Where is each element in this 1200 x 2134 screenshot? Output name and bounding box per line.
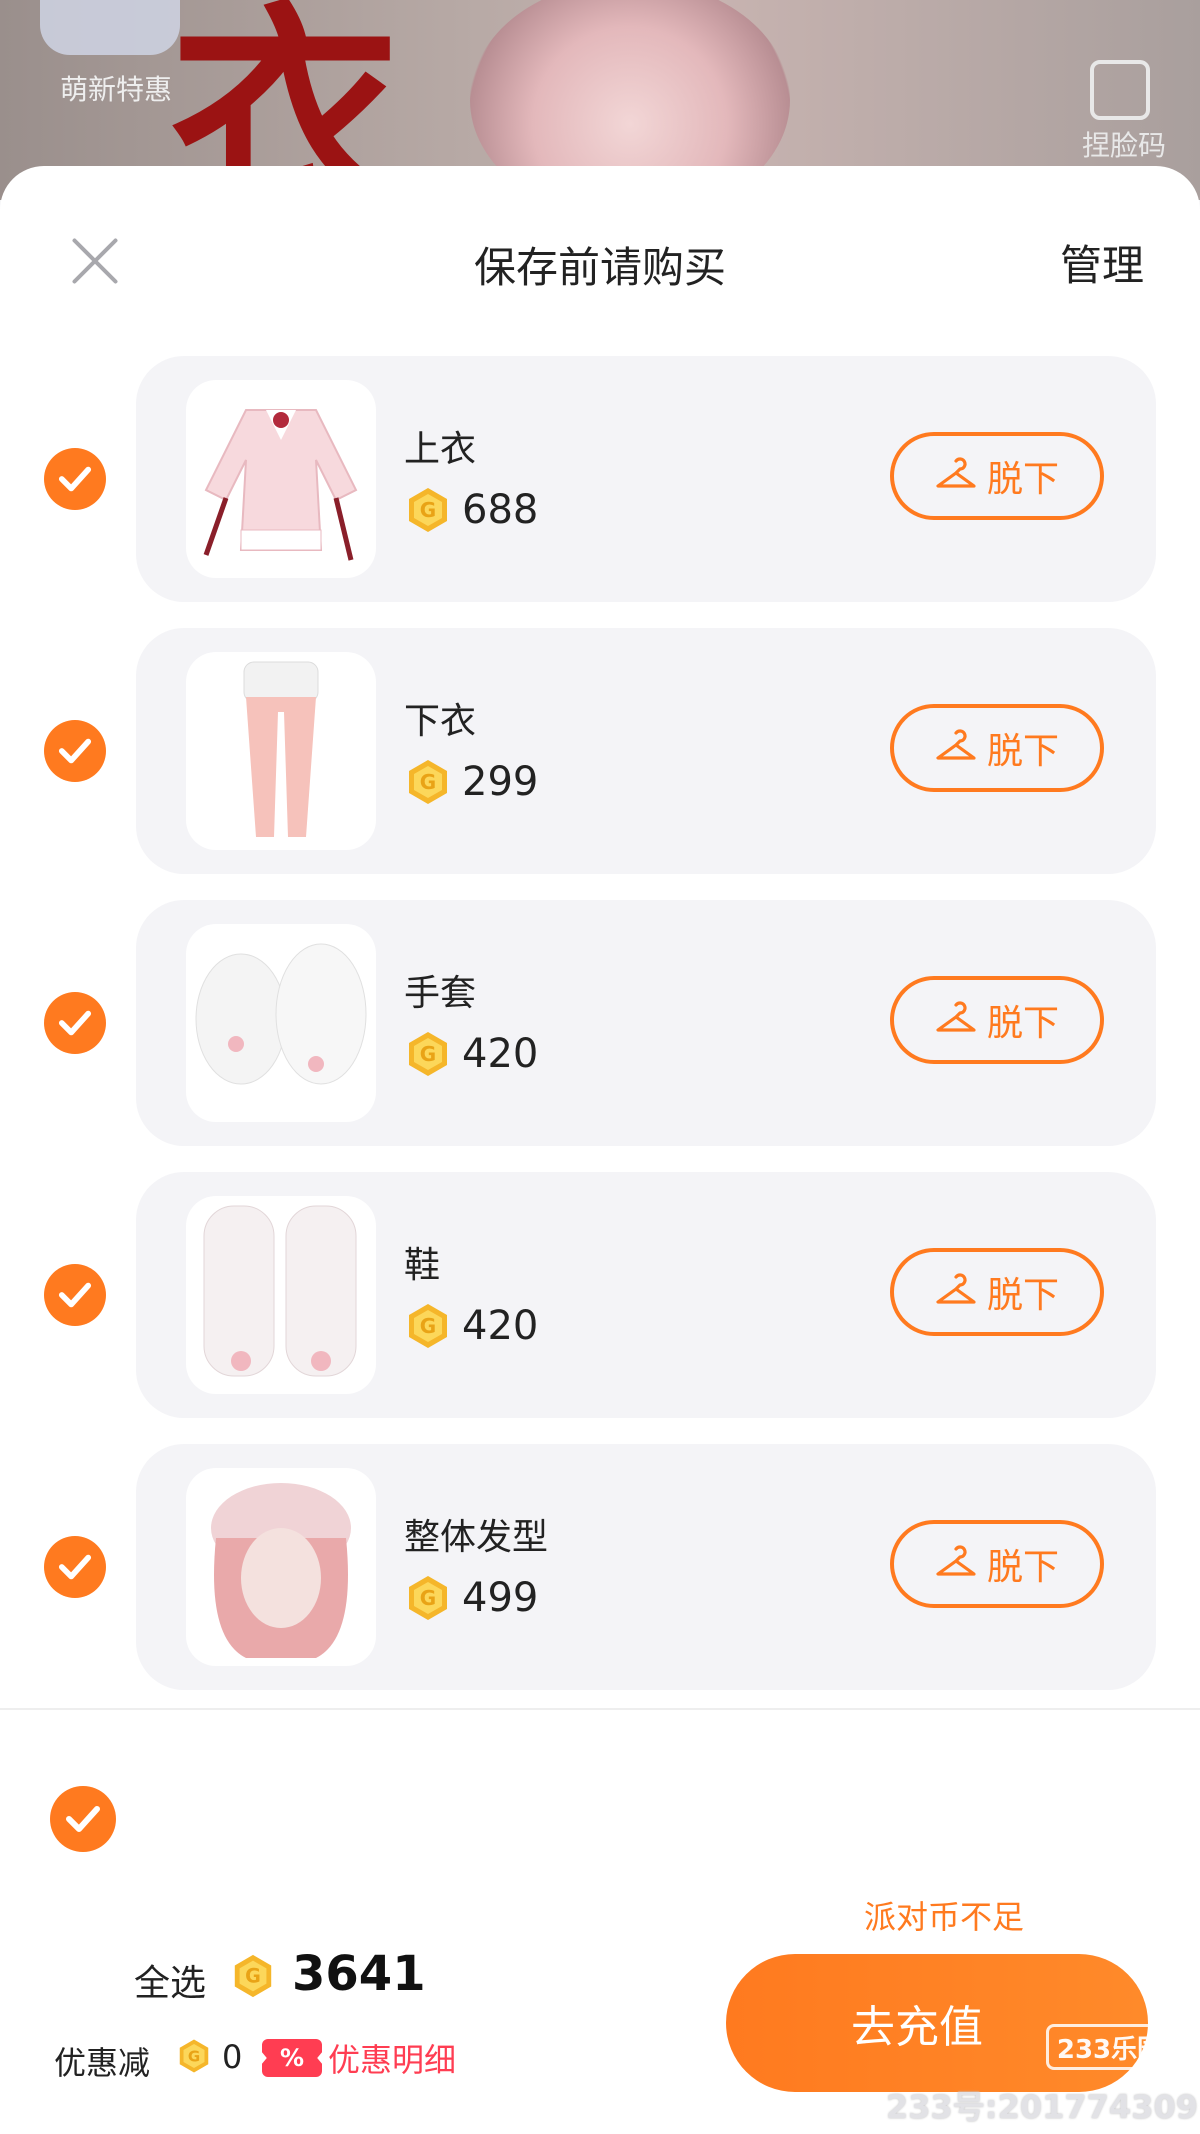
item-price: G 499 — [404, 1572, 538, 1624]
party-coin-icon: G — [404, 758, 452, 806]
take-off-button[interactable]: 脱下 — [890, 1248, 1104, 1336]
item-name: 下衣 — [404, 701, 477, 742]
checkmark-icon — [58, 466, 92, 492]
item-price: G 420 — [404, 1028, 538, 1080]
hanger-icon — [935, 729, 977, 767]
item-name: 鞋 — [404, 1245, 441, 1286]
item-thumbnail — [186, 1468, 376, 1666]
item-card: 上衣 G 688 脱下 — [136, 356, 1156, 602]
item-list[interactable]: 上衣 G 688 脱下 下衣 G 299 脱下 手套 G 420 脱下鞋 G 420 脱下 整体发型 G 499 脱… — [0, 356, 1200, 1874]
svg-text:G: G — [420, 770, 436, 794]
recharge-button-label: 去充值 — [851, 2002, 983, 2053]
checkmark-icon — [58, 1282, 92, 1308]
select-all-checkbox[interactable] — [50, 1786, 116, 1852]
party-coin-icon: G — [176, 2038, 212, 2078]
face-code-icon[interactable] — [1090, 60, 1150, 120]
list-item[interactable]: 下衣 G 299 脱下 — [0, 628, 1200, 874]
svg-text:G: G — [420, 1042, 436, 1066]
list-item[interactable]: 手套 G 420 脱下 — [0, 900, 1200, 1146]
item-price: G 299 — [404, 756, 538, 808]
item-thumbnail — [186, 652, 376, 850]
take-off-label: 脱下 — [986, 1275, 1059, 1316]
item-price: G 420 — [404, 1300, 538, 1352]
item-name: 上衣 — [404, 429, 477, 470]
checkmark-icon — [66, 1806, 100, 1832]
item-price-value: 299 — [462, 759, 539, 805]
promo-banner-icon[interactable] — [40, 0, 180, 55]
item-checkbox[interactable] — [44, 1536, 106, 1598]
discount-value: 0 — [222, 2038, 243, 2076]
discount-detail-link[interactable]: % 优惠明细 — [262, 2036, 456, 2080]
checkmark-icon — [58, 738, 92, 764]
item-price: G 688 — [404, 484, 538, 536]
svg-text:G: G — [420, 498, 436, 522]
item-card: 鞋 G 420 脱下 — [136, 1172, 1156, 1418]
take-off-label: 脱下 — [986, 1003, 1059, 1044]
watermark-logo: 233乐园 — [1046, 2024, 1174, 2070]
hanger-icon — [935, 457, 977, 495]
checkmark-icon — [58, 1554, 92, 1580]
party-coin-icon: G — [230, 1953, 276, 2003]
item-checkbox[interactable] — [44, 448, 106, 510]
discount-badge-icon: % — [262, 2039, 322, 2077]
discount-label: 优惠减 — [54, 2044, 151, 2082]
checkmark-icon — [58, 1010, 92, 1036]
take-off-button[interactable]: 脱下 — [890, 1520, 1104, 1608]
insufficient-coins-notice: 派对币不足 — [863, 1898, 1024, 1936]
take-off-button[interactable]: 脱下 — [890, 704, 1104, 792]
item-card: 下衣 G 299 脱下 — [136, 628, 1156, 874]
list-item[interactable]: 鞋 G 420 脱下 — [0, 1172, 1200, 1418]
item-checkbox[interactable] — [44, 992, 106, 1054]
party-coin-icon: G — [404, 1574, 452, 1622]
list-item[interactable]: 上衣 G 688 脱下 — [0, 356, 1200, 602]
item-price-value: 688 — [462, 487, 539, 533]
item-card: 整体发型 G 499 脱下 — [136, 1444, 1156, 1690]
svg-text:G: G — [188, 2047, 200, 2065]
party-coin-icon: G — [404, 486, 452, 534]
item-card: 手套 G 420 脱下 — [136, 900, 1156, 1146]
total-amount: 3641 — [292, 1946, 426, 2002]
sheet-title: 保存前请购买 — [473, 243, 726, 292]
item-checkbox[interactable] — [44, 1264, 106, 1326]
take-off-label: 脱下 — [986, 731, 1059, 772]
item-name: 整体发型 — [404, 1517, 549, 1558]
take-off-button[interactable]: 脱下 — [890, 432, 1104, 520]
item-price-value: 420 — [462, 1303, 539, 1349]
party-coin-icon: G — [404, 1302, 452, 1350]
promo-label[interactable]: 萌新特惠 — [60, 68, 172, 108]
item-thumbnail — [186, 1196, 376, 1394]
item-checkbox[interactable] — [44, 720, 106, 782]
svg-text:G: G — [420, 1314, 436, 1338]
face-code-label[interactable]: 捏脸码 — [1082, 124, 1166, 164]
take-off-label: 脱下 — [986, 459, 1059, 500]
take-off-label: 脱下 — [986, 1547, 1059, 1588]
item-thumbnail — [186, 924, 376, 1122]
item-price-value: 499 — [462, 1575, 539, 1621]
hanger-icon — [935, 1545, 977, 1583]
svg-text:G: G — [245, 1965, 261, 1988]
recharge-button[interactable]: 去充值 — [726, 1954, 1148, 2092]
discount-detail-label: 优惠明细 — [328, 2041, 457, 2079]
hanger-icon — [935, 1273, 977, 1311]
take-off-button[interactable]: 脱下 — [890, 976, 1104, 1064]
hanger-icon — [935, 1001, 977, 1039]
manage-button[interactable]: 管理 — [1060, 232, 1144, 293]
list-item[interactable]: 整体发型 G 499 脱下 — [0, 1444, 1200, 1690]
item-name: 手套 — [404, 973, 477, 1014]
select-all-label[interactable]: 全选 — [134, 1954, 206, 2006]
watermark-id: 233号:201774309 — [886, 2088, 1198, 2126]
party-coin-icon: G — [404, 1030, 452, 1078]
item-price-value: 420 — [462, 1031, 539, 1077]
svg-text:G: G — [420, 1586, 436, 1610]
item-thumbnail — [186, 380, 376, 578]
